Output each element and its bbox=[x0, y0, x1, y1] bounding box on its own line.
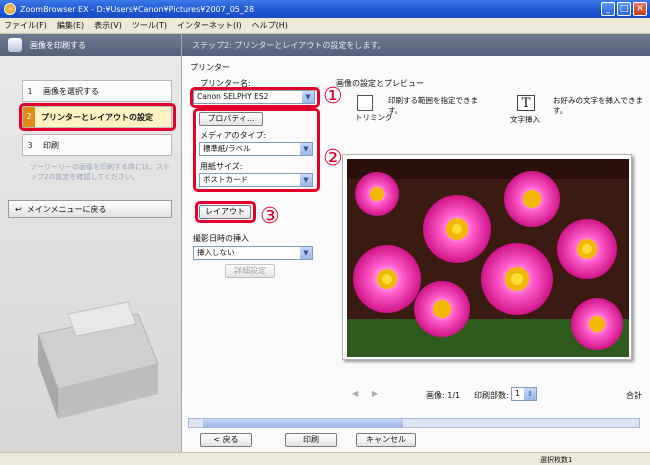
date-insert-select[interactable]: 挿入しない ▼ bbox=[193, 246, 313, 260]
date-detail-button[interactable]: 詳細設定 bbox=[225, 264, 275, 278]
back-button[interactable]: < 戻る bbox=[200, 433, 252, 447]
step-header-text: ステップ2: プリンターとレイアウトの設定をします。 bbox=[192, 40, 386, 50]
preview-section-title: 画像の設定とプレビュー bbox=[336, 79, 424, 88]
main-menu-label: メインメニューに戻る bbox=[26, 204, 107, 214]
copies-value: 1 bbox=[515, 389, 520, 398]
date-insert-value: 挿入しない bbox=[197, 248, 235, 257]
menu-tools[interactable]: ツール(T) bbox=[132, 20, 167, 31]
step-label: 画像を選択する bbox=[43, 86, 99, 96]
copies-label: 印刷部数: bbox=[474, 391, 509, 400]
title-bar: ZoomBrowser EX - D:¥Users¥Canon¥Pictures… bbox=[0, 0, 650, 18]
text-insert-description: お好みの文字を挿入できます。 bbox=[553, 96, 643, 115]
window-title: ZoomBrowser EX - D:¥Users¥Canon¥Pictures… bbox=[20, 4, 255, 14]
trim-description: 印刷する範囲を指定できます。 bbox=[388, 96, 478, 115]
callout-number-2: ② bbox=[323, 146, 343, 171]
text-insert-label[interactable]: 文字挿入 bbox=[510, 114, 540, 125]
step-select-images[interactable]: 1 画像を選択する bbox=[22, 80, 172, 102]
left-panel-header: 画像を印刷する bbox=[0, 34, 181, 56]
step2-highlight-frame bbox=[19, 103, 176, 131]
step-number: 1 bbox=[27, 86, 33, 96]
step-header: ステップ2: プリンターとレイアウトの設定をします。 bbox=[182, 34, 650, 56]
trim-label[interactable]: トリミング bbox=[355, 112, 393, 123]
print-preview bbox=[342, 154, 632, 360]
cancel-button[interactable]: キャンセル bbox=[356, 433, 416, 447]
status-text: 選択枚数1 bbox=[540, 456, 573, 464]
spin-arrows-icon[interactable]: ⇕ bbox=[524, 388, 536, 400]
back-arrow-icon: ↩ bbox=[15, 204, 22, 214]
main-menu-button[interactable]: ↩ メインメニューに戻る bbox=[8, 200, 172, 218]
step-number: 3 bbox=[27, 140, 33, 150]
menu-help[interactable]: ヘルプ(H) bbox=[252, 20, 288, 31]
menu-internet[interactable]: インターネット(I) bbox=[177, 20, 242, 31]
menu-edit[interactable]: 編集(E) bbox=[57, 20, 84, 31]
print-button[interactable]: 印刷 bbox=[285, 433, 337, 447]
callout-frame-2 bbox=[193, 108, 320, 192]
minimize-button[interactable]: _ bbox=[601, 2, 615, 16]
left-panel-note: ソーリーリーの画像を印刷する時には、ステップ2の設定を確認してください。 bbox=[30, 163, 170, 181]
scrollbar-thumb[interactable] bbox=[203, 419, 403, 427]
text-insert-icon[interactable]: T bbox=[517, 95, 535, 111]
close-button[interactable]: ✕ bbox=[633, 2, 647, 16]
left-panel: 画像を印刷する 1 画像を選択する 2 プリンターとレイアウトの設定 3 印刷 … bbox=[0, 34, 182, 465]
horizontal-scrollbar[interactable] bbox=[188, 418, 640, 428]
next-image-icon[interactable]: ▶ bbox=[372, 389, 378, 398]
printer-illustration bbox=[37, 301, 159, 419]
step-label: 印刷 bbox=[43, 140, 59, 150]
step-print[interactable]: 3 印刷 bbox=[22, 134, 172, 156]
chevron-down-icon[interactable]: ▼ bbox=[300, 247, 312, 259]
trim-icon[interactable] bbox=[357, 95, 373, 111]
menu-bar: ファイル(F) 編集(E) 表示(V) ツール(T) インターネット(I) ヘル… bbox=[0, 18, 650, 34]
left-panel-title: 画像を印刷する bbox=[30, 40, 86, 50]
copies-stepper[interactable]: 1 ⇕ bbox=[511, 387, 537, 401]
printer-section-title: プリンター bbox=[190, 63, 230, 72]
app-icon bbox=[4, 3, 16, 15]
image-counter: 画像: 1/1 bbox=[426, 391, 461, 400]
callout-frame-1 bbox=[190, 87, 320, 108]
menu-file[interactable]: ファイル(F) bbox=[4, 20, 47, 31]
callout-number-3: ③ bbox=[260, 204, 280, 229]
callout-frame-3 bbox=[195, 201, 256, 223]
date-section-title: 撮影日時の挿入 bbox=[193, 234, 249, 243]
status-bar: 選択枚数1 bbox=[0, 452, 650, 465]
prev-image-icon[interactable]: ◀ bbox=[352, 389, 358, 398]
flower-photo bbox=[347, 159, 629, 357]
menu-view[interactable]: 表示(V) bbox=[94, 20, 122, 31]
total-label: 合計 bbox=[626, 391, 642, 400]
maximize-button[interactable]: □ bbox=[617, 2, 631, 16]
print-wizard-icon bbox=[8, 38, 22, 52]
